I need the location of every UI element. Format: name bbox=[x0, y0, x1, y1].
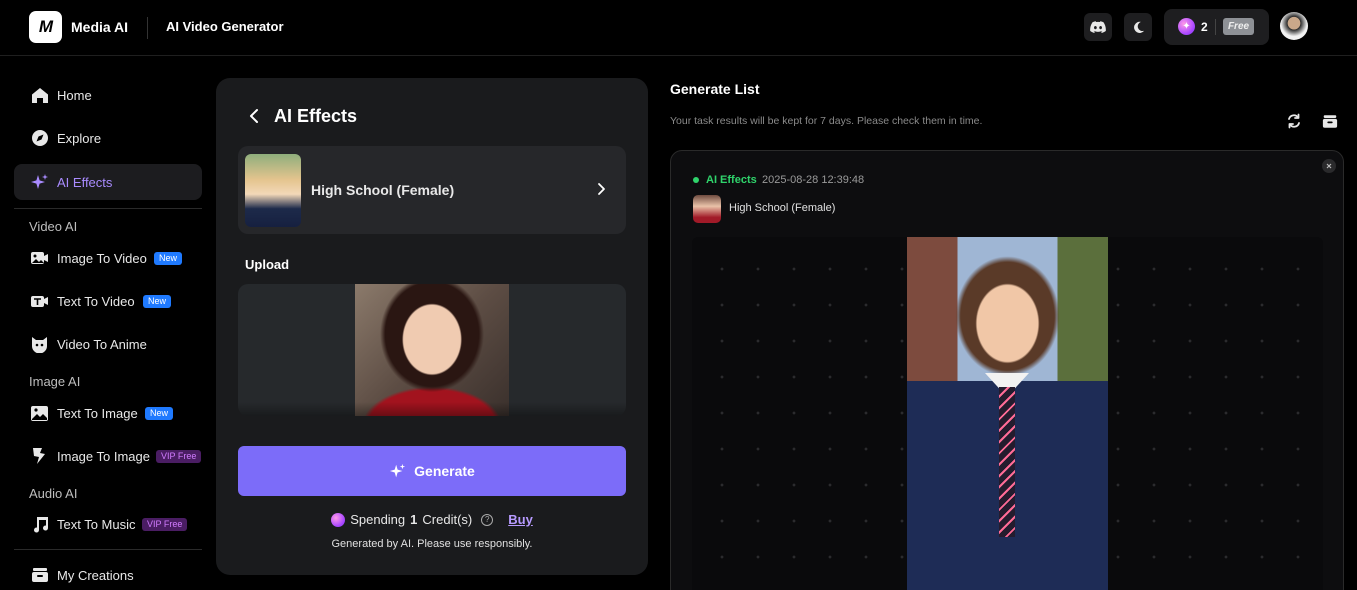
result-image[interactable] bbox=[907, 237, 1108, 590]
sidebar-divider bbox=[14, 549, 202, 550]
close-button[interactable] bbox=[1322, 159, 1336, 173]
sidebar-divider bbox=[14, 208, 202, 209]
refresh-icon bbox=[1288, 113, 1300, 129]
generate-label: Generate bbox=[414, 463, 475, 479]
spending-info: Spending 1 Credit(s) ? Buy bbox=[216, 512, 648, 527]
sidebar-item-label: Image To Video bbox=[57, 250, 147, 266]
new-badge: New bbox=[154, 251, 183, 265]
upload-label: Upload bbox=[245, 257, 290, 272]
sidebar-item-label: My Creations bbox=[57, 567, 134, 583]
plan-badge: Free bbox=[1223, 18, 1254, 35]
image-video-icon bbox=[30, 249, 49, 268]
panel-title: AI Effects bbox=[274, 106, 358, 126]
sidebar-item-label: Text To Video bbox=[57, 293, 135, 309]
generate-list-subtitle: Your task results will be kept for 7 day… bbox=[670, 115, 983, 127]
chevron-left-icon bbox=[250, 109, 258, 123]
text-video-icon bbox=[30, 292, 49, 311]
striped-tie bbox=[999, 387, 1015, 537]
sidebar-item-image-to-video[interactable]: Image To Video New bbox=[14, 240, 202, 276]
sidebar-item-label: AI Effects bbox=[57, 174, 113, 190]
text-image-icon bbox=[30, 404, 49, 423]
sidebar-item-label: Video To Anime bbox=[57, 336, 147, 352]
avatar[interactable] bbox=[1280, 12, 1308, 40]
result-effect-name: High School (Female) bbox=[729, 202, 836, 214]
spending-prefix: Spending bbox=[350, 512, 406, 527]
effects-panel: AI Effects High School (Female) Upload G… bbox=[216, 78, 648, 575]
sidebar-item-explore[interactable]: Explore bbox=[14, 120, 202, 156]
image-swap-icon bbox=[30, 447, 49, 466]
theme-toggle-button[interactable] bbox=[1124, 13, 1152, 41]
back-button[interactable] bbox=[246, 106, 262, 126]
result-card: AI Effects 2025-08-28 12:39:48 High Scho… bbox=[670, 150, 1344, 590]
vip-free-badge: VIP Free bbox=[142, 517, 188, 531]
disclaimer: Generated by AI. Please use responsibly. bbox=[331, 538, 533, 550]
result-timestamp: 2025-08-28 12:39:48 bbox=[762, 174, 865, 186]
compass-icon bbox=[30, 129, 49, 148]
help-icon[interactable]: ? bbox=[481, 513, 494, 526]
result-preview-area bbox=[692, 237, 1323, 590]
uploaded-image bbox=[355, 284, 509, 416]
refresh-button[interactable] bbox=[1285, 112, 1303, 130]
music-note-icon bbox=[30, 515, 49, 534]
sidebar-item-label: Image To Image bbox=[57, 448, 150, 464]
result-source-thumbnail bbox=[693, 195, 721, 223]
sidebar-item-home[interactable]: Home bbox=[14, 77, 202, 113]
spending-suffix: Credit(s) bbox=[422, 512, 473, 527]
buy-link[interactable]: Buy bbox=[508, 512, 533, 527]
moon-icon bbox=[1133, 21, 1144, 33]
sidebar-item-label: Explore bbox=[57, 130, 102, 146]
sidebar: Home Explore AI Effects Video AI Image T… bbox=[0, 57, 210, 590]
credit-orb-icon bbox=[331, 512, 346, 527]
sidebar-item-label: Text To Image bbox=[57, 405, 138, 421]
sidebar-item-text-to-music[interactable]: Text To Music VIP Free bbox=[14, 506, 202, 542]
sidebar-item-image-to-image[interactable]: Image To Image VIP Free bbox=[14, 438, 202, 474]
new-badge: New bbox=[145, 406, 174, 420]
close-icon bbox=[1326, 163, 1332, 169]
generate-list-title: Generate List bbox=[670, 81, 760, 97]
effect-name: High School (Female) bbox=[311, 182, 455, 198]
folder-stack-icon bbox=[30, 566, 49, 585]
section-title-audio: Audio AI bbox=[29, 486, 78, 501]
generate-button[interactable]: Generate bbox=[238, 446, 626, 496]
credit-separator bbox=[1215, 19, 1216, 35]
upload-dropzone[interactable] bbox=[238, 284, 626, 416]
spending-amount: 1 bbox=[410, 512, 418, 527]
sidebar-item-text-to-video[interactable]: Text To Video New bbox=[14, 283, 202, 319]
top-divider bbox=[147, 17, 148, 39]
top-bar: M Media AI AI Video Generator ✦ 2 Free bbox=[0, 0, 1357, 56]
credit-count: 2 bbox=[1201, 20, 1208, 34]
chevron-right-icon bbox=[598, 183, 605, 195]
brand-name[interactable]: Media AI bbox=[71, 19, 128, 35]
page-title: AI Video Generator bbox=[166, 19, 284, 34]
discord-icon bbox=[1090, 20, 1106, 33]
effect-thumbnail bbox=[245, 154, 301, 227]
discord-button[interactable] bbox=[1084, 13, 1112, 41]
logo-mark: M bbox=[38, 17, 53, 36]
sparkle-icon bbox=[30, 173, 49, 192]
anime-face-icon bbox=[30, 335, 49, 354]
sidebar-item-label: Text To Music bbox=[57, 516, 136, 532]
sidebar-item-text-to-image[interactable]: Text To Image New bbox=[14, 395, 202, 431]
sidebar-item-ai-effects[interactable]: AI Effects bbox=[14, 164, 202, 200]
section-title-video: Video AI bbox=[29, 219, 78, 234]
sidebar-item-label: Home bbox=[57, 87, 92, 103]
new-badge: New bbox=[143, 294, 172, 308]
credit-orb-icon: ✦ bbox=[1178, 18, 1195, 35]
effect-selector[interactable]: High School (Female) bbox=[238, 146, 626, 234]
home-icon bbox=[30, 86, 49, 105]
result-type-label: AI Effects bbox=[706, 174, 757, 186]
creations-button[interactable] bbox=[1321, 112, 1339, 130]
upload-fade bbox=[238, 402, 626, 416]
credits-box[interactable]: ✦ 2 Free bbox=[1164, 9, 1269, 45]
status-dot bbox=[693, 177, 699, 183]
sidebar-item-video-to-anime[interactable]: Video To Anime bbox=[14, 326, 202, 362]
sidebar-item-my-creations[interactable]: My Creations bbox=[14, 557, 202, 590]
vip-free-badge: VIP Free bbox=[156, 449, 202, 463]
section-title-image: Image AI bbox=[29, 374, 81, 389]
app-logo[interactable]: M bbox=[29, 11, 62, 43]
folder-stack-icon bbox=[1322, 114, 1338, 128]
sparkle-icon bbox=[390, 463, 406, 477]
